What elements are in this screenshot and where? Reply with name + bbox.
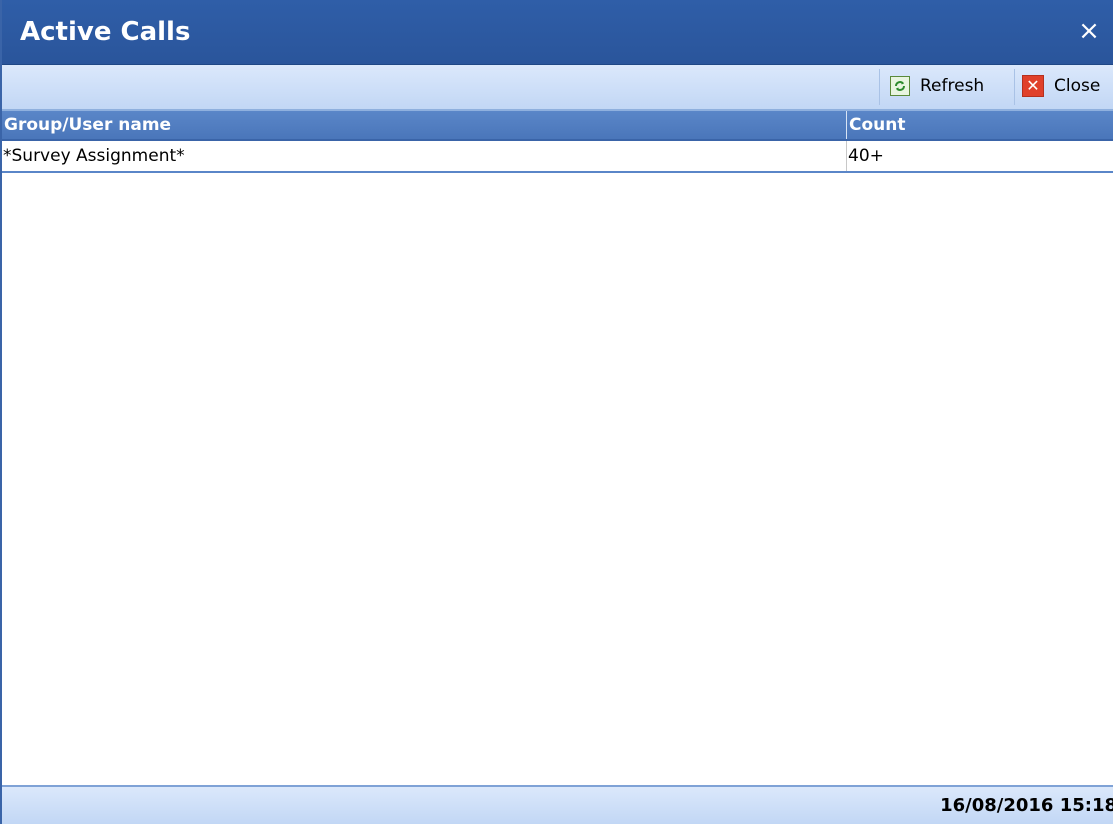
grid-empty-area: [2, 173, 1113, 785]
window-close-icon[interactable]: ×: [1077, 16, 1101, 46]
grid-header: Group/User name Count: [2, 111, 1113, 141]
window-titlebar[interactable]: Active Calls ×: [2, 0, 1113, 65]
close-label: Close: [1054, 76, 1101, 96]
status-bar: 16/08/2016 15:18: [2, 785, 1113, 824]
column-header-group-user-name[interactable]: Group/User name: [2, 111, 846, 139]
toolbar-separator: [879, 69, 880, 105]
toolbar-separator: [1014, 69, 1015, 105]
refresh-icon: [890, 76, 910, 96]
column-header-count[interactable]: Count: [847, 111, 1113, 139]
refresh-button[interactable]: Refresh: [890, 69, 984, 103]
close-button[interactable]: ✕ Close: [1022, 69, 1100, 103]
window-title: Active Calls: [20, 17, 191, 47]
cell-group-user-name: *Survey Assignment*: [3, 146, 185, 166]
status-timestamp: 16/08/2016 15:18: [940, 795, 1113, 816]
toolbar: Refresh ✕ Close: [2, 65, 1113, 111]
table-row[interactable]: *Survey Assignment* 40+: [2, 141, 1113, 173]
active-calls-window: Active Calls × Refresh ✕ Close Group/Use…: [0, 0, 1113, 824]
refresh-label: Refresh: [920, 76, 985, 96]
cell-count: 40+: [848, 146, 884, 166]
close-icon: ✕: [1022, 75, 1044, 97]
